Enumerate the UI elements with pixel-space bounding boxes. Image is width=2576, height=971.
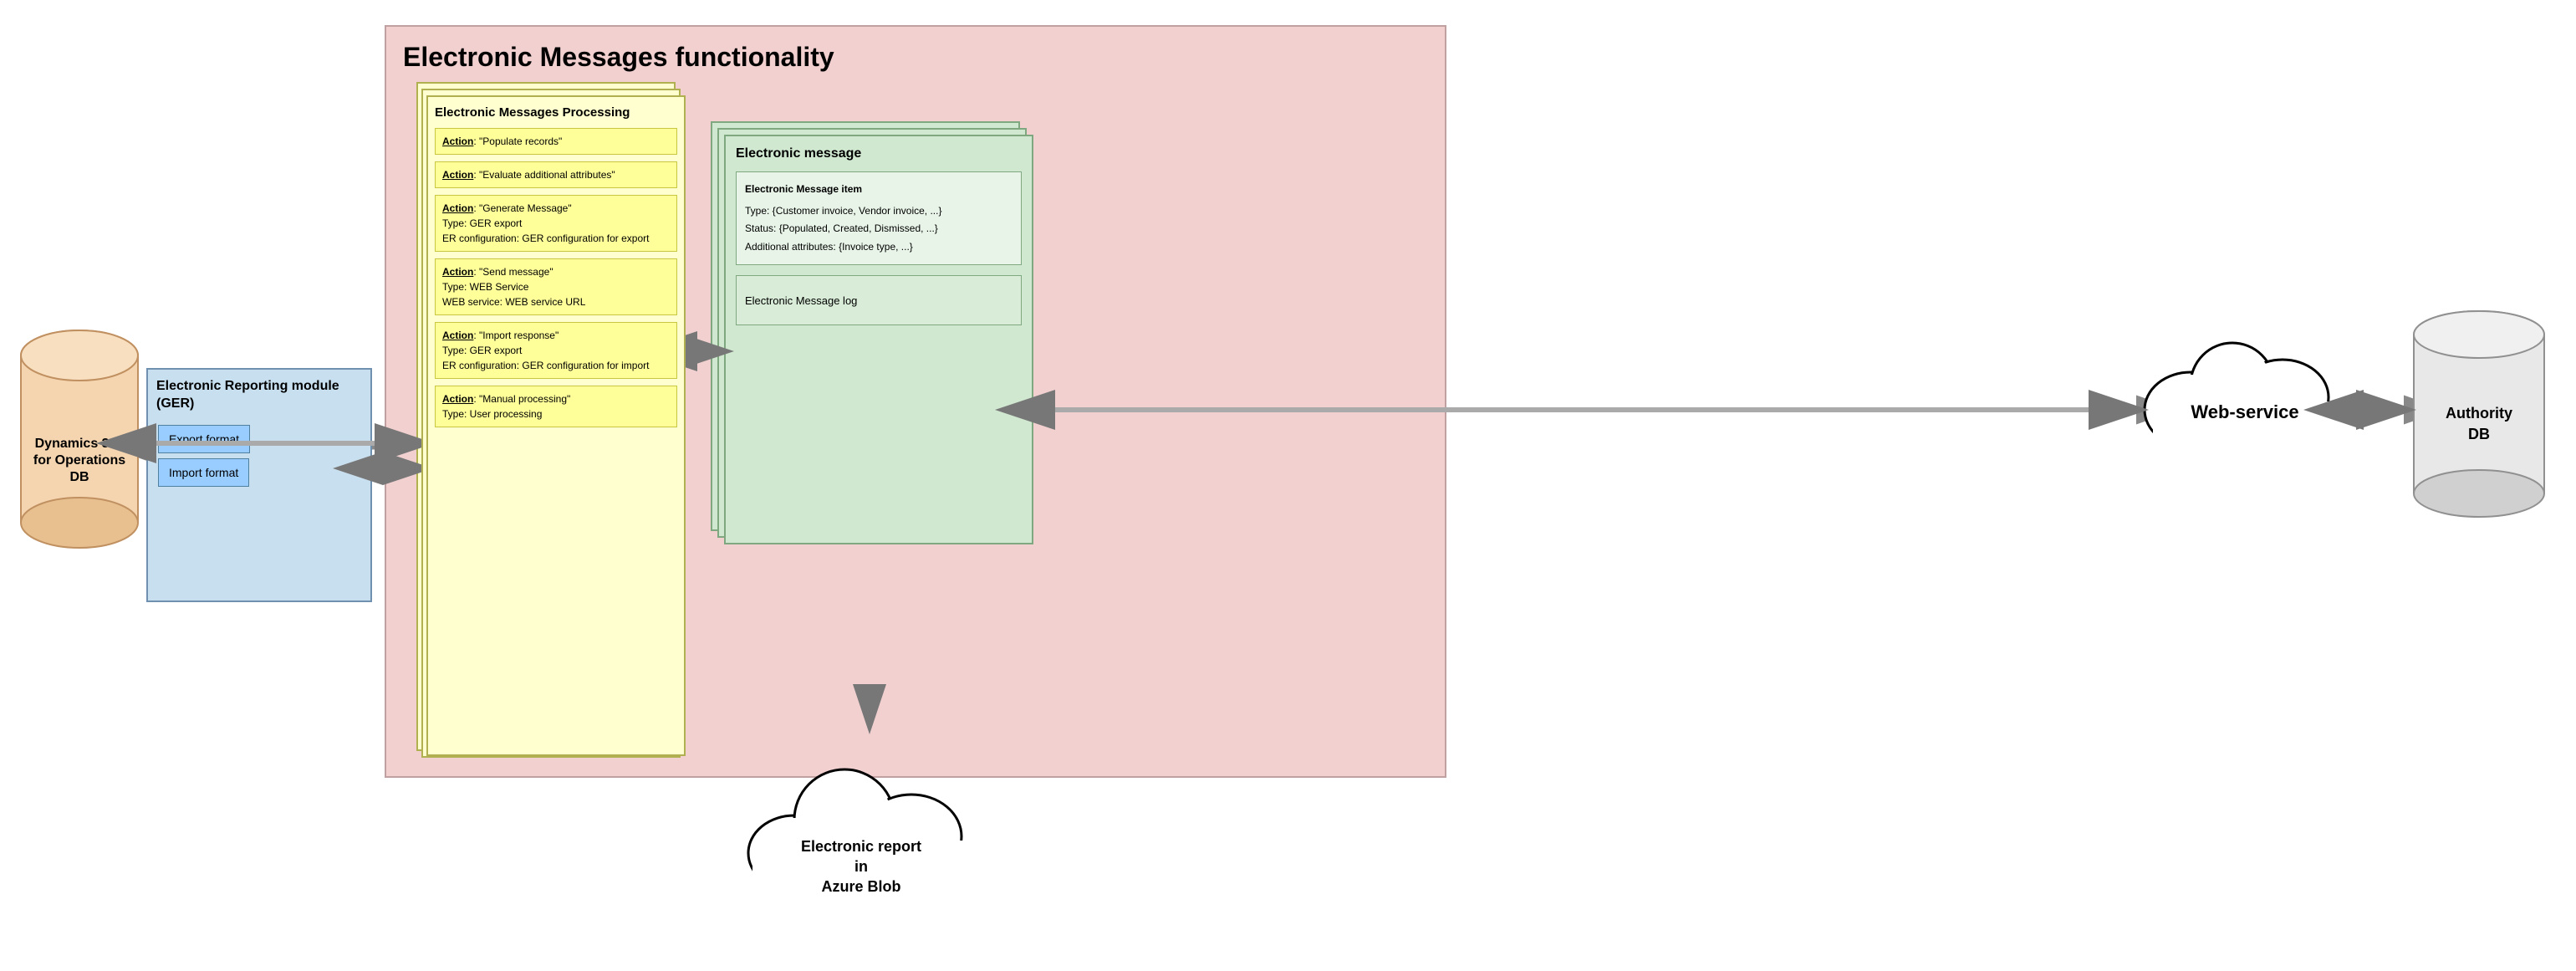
svg-text:Web-service: Web-service	[2191, 401, 2298, 422]
action-quote-6: "Manual processing"	[479, 393, 570, 405]
webservice-svg: Web-service	[2140, 301, 2349, 485]
em-log-label: Electronic Message log	[745, 294, 857, 307]
action-box-3: Action: "Generate Message" Type: GER exp…	[435, 195, 677, 252]
emp-box-main: Electronic Messages Processing Action: "…	[426, 95, 686, 756]
em-log-box: Electronic Message log	[736, 275, 1022, 325]
action-box-5: Action: "Import response" Type: GER expo…	[435, 322, 677, 379]
svg-text:Dynamics 365: Dynamics 365	[35, 437, 125, 451]
import-format-button[interactable]: Import format	[158, 458, 249, 487]
action-type-4: Type: WEB Service	[442, 281, 528, 293]
em-functionality-title: Electronic Messages functionality	[386, 27, 1445, 81]
action-box-6: Action: "Manual processing" Type: User p…	[435, 386, 677, 427]
authority-db-svg: Authority DB	[2408, 301, 2550, 535]
em-box-main: Electronic message Electronic Message it…	[724, 135, 1033, 544]
em-item-type: Type: {Customer invoice, Vendor invoice,…	[745, 202, 1013, 221]
diagram-container: Dynamics 365 for Operations DB Electroni…	[0, 0, 2576, 971]
svg-text:Electronic report: Electronic report	[801, 838, 921, 855]
export-format-button[interactable]: Export format	[158, 425, 250, 453]
em-item-additional: Additional attributes: {Invoice type, ..…	[745, 238, 1013, 257]
em-box-title: Electronic message	[736, 146, 1022, 161]
em-item-box: Electronic Message item Type: {Customer …	[736, 171, 1022, 265]
action-box-4: Action: "Send message" Type: WEB Service…	[435, 258, 677, 315]
action-quote-5: "Import response"	[479, 330, 559, 341]
action-label-3: Action	[442, 202, 473, 214]
action-type-3: Type: GER export	[442, 217, 522, 229]
em-item-status: Status: {Populated, Created, Dismissed, …	[745, 220, 1013, 238]
action-web-4: WEB service: WEB service URL	[442, 296, 585, 308]
action-type-5: Type: GER export	[442, 345, 522, 356]
svg-text:Authority: Authority	[2446, 405, 2512, 422]
er-azure-cloud: Electronic report in Azure Blob	[744, 728, 978, 928]
action-label-4: Action	[442, 266, 473, 278]
action-er-5: ER configuration: GER configuration for …	[442, 360, 649, 371]
authority-db-cylinder: Authority DB	[2408, 301, 2550, 535]
webservice-cloud: Web-service	[2140, 301, 2349, 485]
action-quote-2: "Evaluate additional attributes"	[479, 169, 615, 181]
dynamics-db-svg: Dynamics 365 for Operations DB	[17, 318, 142, 569]
dynamics-db-cylinder: Dynamics 365 for Operations DB	[17, 318, 142, 569]
em-item-title: Electronic Message item	[745, 181, 1013, 199]
svg-text:Azure Blob: Azure Blob	[821, 878, 900, 895]
er-module-box: Electronic Reporting module (GER) Export…	[146, 368, 372, 602]
er-module-title: Electronic Reporting module (GER)	[148, 370, 370, 420]
em-box-area: Electronic message Electronic Message it…	[711, 121, 1028, 690]
svg-text:DB: DB	[2468, 426, 2490, 442]
action-type-6: Type: User processing	[442, 408, 542, 420]
action-quote-3: "Generate Message"	[479, 202, 572, 214]
emp-title: Electronic Messages Processing	[435, 105, 677, 120]
action-label-2: Action	[442, 169, 473, 181]
svg-text:in: in	[854, 858, 868, 875]
action-er-3: ER configuration: GER configuration for …	[442, 233, 649, 244]
action-quote-1: "Populate records"	[479, 135, 562, 147]
action-label-6: Action	[442, 393, 473, 405]
svg-text:DB: DB	[69, 470, 89, 484]
azure-cloud-svg: Electronic report in Azure Blob	[744, 728, 978, 928]
action-label-1: Action	[442, 135, 473, 147]
action-quote-4: "Send message"	[479, 266, 553, 278]
action-label-5: Action	[442, 330, 473, 341]
action-box-2: Action: "Evaluate additional attributes"	[435, 161, 677, 188]
svg-text:for Operations: for Operations	[33, 453, 125, 468]
action-box-1: Action: "Populate records"	[435, 128, 677, 155]
